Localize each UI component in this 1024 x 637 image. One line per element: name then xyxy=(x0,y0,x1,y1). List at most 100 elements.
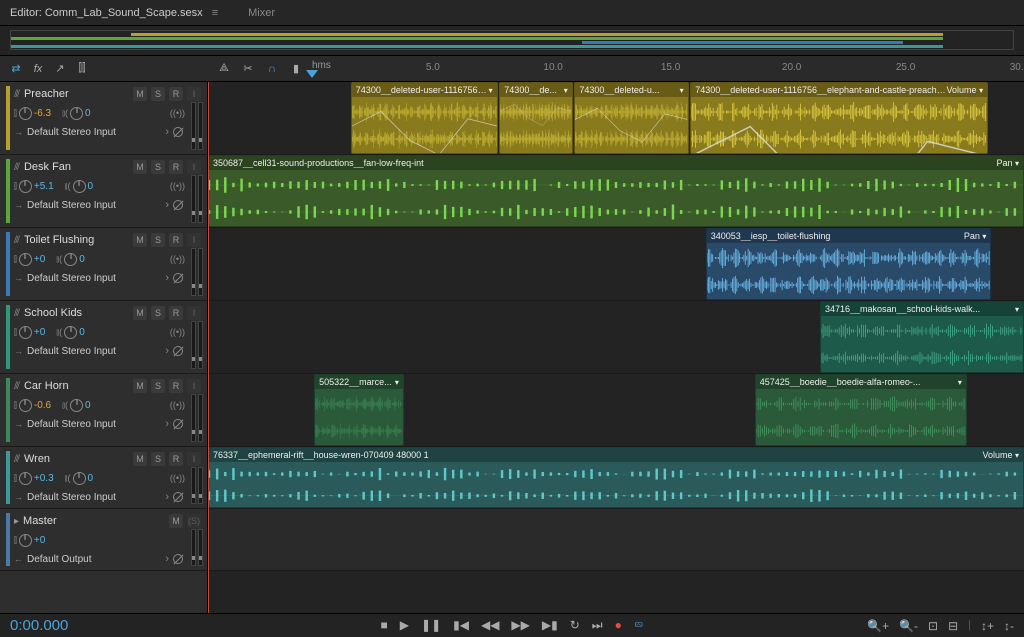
level-meter[interactable] xyxy=(191,394,205,442)
zoom-fit-icon[interactable]: ⊡ xyxy=(928,619,938,633)
stop-button[interactable]: ■ xyxy=(381,618,388,633)
zoom-out-h-icon[interactable]: 🔍- xyxy=(899,619,918,633)
level-meter[interactable] xyxy=(191,529,205,566)
audio-clip[interactable]: 340053__iesp__toilet-flushing Pan ▾ xyxy=(706,228,992,300)
pan-knob[interactable] xyxy=(73,180,86,193)
mute-button[interactable]: M xyxy=(133,379,147,393)
input-chevron-icon[interactable]: › xyxy=(165,199,169,211)
track-name[interactable]: School Kids xyxy=(24,307,129,319)
input-selector[interactable]: Default Stereo Input xyxy=(27,492,161,503)
input-chevron-icon[interactable]: › xyxy=(165,126,169,138)
phase-button[interactable] xyxy=(173,273,183,283)
solo-button[interactable]: S xyxy=(151,379,165,393)
mute-button[interactable]: M xyxy=(133,160,147,174)
time-ruler[interactable]: hms 5.0 10.0 15.0 20.0 25.0 30.0 xyxy=(312,56,1024,81)
phase-button[interactable] xyxy=(173,346,183,356)
track-lane[interactable]: 34716__makosan__school-kids-walk... ▾ xyxy=(208,301,1024,374)
clip-menu-icon[interactable]: ▾ xyxy=(395,378,399,387)
clip-waveform[interactable] xyxy=(209,170,1023,226)
track-lane[interactable]: 76337__ephemeral-rift__house-wren-070409… xyxy=(208,447,1024,509)
level-meter[interactable] xyxy=(191,175,205,223)
master-lane[interactable] xyxy=(208,509,1024,571)
editor-tab[interactable]: Editor: Comm_Lab_Sound_Scape.sesx ≡ xyxy=(10,7,218,19)
pan-value[interactable]: 0 xyxy=(88,181,94,192)
track-header[interactable]: ⫻ Toilet Flushing M S R I ⫿+0 ⫾(0 ((•)) … xyxy=(0,228,207,301)
audio-clip[interactable]: 74300__deleted-user-1116756__elephant-an… xyxy=(690,82,988,154)
stereo-icon[interactable]: ((•)) xyxy=(170,108,185,118)
pan-knob[interactable] xyxy=(73,472,86,485)
clip-param-label[interactable]: Pan ▾ xyxy=(964,231,987,241)
clip-waveform[interactable] xyxy=(500,97,571,153)
clip-waveform[interactable] xyxy=(575,97,687,153)
eq-icon[interactable]: ⫿⫿ xyxy=(74,61,90,77)
audio-clip[interactable]: 74300__deleted-user-1116756__e... ▾ xyxy=(351,82,498,154)
stereo-icon[interactable]: ((•)) xyxy=(170,181,185,191)
track-header[interactable]: ⫻ School Kids M S R I ⫿+0 ⫾(0 ((•)) → De… xyxy=(0,301,207,374)
track-name[interactable]: Toilet Flushing xyxy=(24,234,129,246)
zoom-out-v-icon[interactable]: ↕- xyxy=(1004,619,1014,633)
track-header[interactable]: ⫻ Preacher M S R I ⫿-6.3 ⫾(0 ((•)) → Def… xyxy=(0,82,207,155)
pan-value[interactable]: 0 xyxy=(79,327,85,338)
phase-button[interactable] xyxy=(173,492,183,502)
mute-button[interactable]: M xyxy=(169,514,183,528)
cut-icon[interactable]: ✂ xyxy=(240,61,256,77)
clip-param-label[interactable]: Volume ▾ xyxy=(982,450,1019,460)
mixer-tab[interactable]: Mixer xyxy=(248,7,275,19)
arm-record-button[interactable]: R xyxy=(169,379,183,393)
volume-knob[interactable] xyxy=(19,107,32,120)
stereo-icon[interactable]: ((•)) xyxy=(170,473,185,483)
clip-waveform[interactable] xyxy=(821,316,1023,372)
track-lane[interactable]: 505322__marce... ▾ 457425__boedie__boedi… xyxy=(208,374,1024,447)
track-header[interactable]: ⫻ Desk Fan M S R I ⫿+5.1 ⫾(0 ((•)) → Def… xyxy=(0,155,207,228)
audio-clip[interactable]: 34716__makosan__school-kids-walk... ▾ xyxy=(820,301,1024,373)
timecode-display[interactable]: 0:00.000 xyxy=(10,617,68,634)
track-name[interactable]: Preacher xyxy=(24,88,129,100)
audio-clip[interactable]: 457425__boedie__boedie-alfa-romeo-... ▾ xyxy=(755,374,967,446)
level-meter[interactable] xyxy=(191,467,205,504)
input-chevron-icon[interactable]: › xyxy=(165,272,169,284)
input-selector[interactable]: Default Stereo Input xyxy=(27,346,161,357)
arm-record-button[interactable]: R xyxy=(169,87,183,101)
arm-record-button[interactable]: R xyxy=(169,452,183,466)
track-lane[interactable]: 350687__cell31-sound-productions__fan-lo… xyxy=(208,155,1024,228)
pan-value[interactable]: 0 xyxy=(79,254,85,265)
volume-value[interactable]: +0 xyxy=(34,254,45,265)
zoom-in-v-icon[interactable]: ↕+ xyxy=(981,619,994,633)
track-header[interactable]: ⫻ Wren M S R I ⫿+0.3 ⫾(0 ((•)) → Default… xyxy=(0,447,207,509)
pan-value[interactable]: 0 xyxy=(85,400,91,411)
audio-clip[interactable]: 505322__marce... ▾ xyxy=(314,374,404,446)
track-lane[interactable]: 74300__deleted-user-1116756__e... ▾ 7430… xyxy=(208,82,1024,155)
phase-button[interactable] xyxy=(173,554,183,564)
track-name[interactable]: Car Horn xyxy=(24,380,129,392)
forward-button[interactable]: ▶▶ xyxy=(511,618,529,633)
clip-menu-icon[interactable]: ▾ xyxy=(1015,305,1019,314)
volume-value[interactable]: +5.1 xyxy=(34,181,54,192)
crossfade-icon[interactable]: ⇄ xyxy=(8,61,24,77)
mute-button[interactable]: M xyxy=(133,87,147,101)
fx-icon[interactable]: fx xyxy=(30,61,46,77)
arm-record-button[interactable]: R xyxy=(169,160,183,174)
zoom-in-h-icon[interactable]: 🔍+ xyxy=(867,619,889,633)
phase-button[interactable] xyxy=(173,127,183,137)
output-chevron-icon[interactable]: › xyxy=(165,553,169,565)
go-end-button[interactable]: ▶▮ xyxy=(542,618,558,633)
skip-button[interactable]: ⏭ xyxy=(592,618,603,633)
solo-button[interactable]: S xyxy=(151,233,165,247)
master-name[interactable]: Master xyxy=(23,515,165,527)
volume-knob[interactable] xyxy=(19,326,32,339)
clip-menu-icon[interactable]: ▾ xyxy=(489,86,493,95)
volume-knob[interactable] xyxy=(19,534,32,547)
level-meter[interactable] xyxy=(191,102,205,150)
play-button[interactable]: ▶ xyxy=(400,618,409,633)
playhead-line[interactable] xyxy=(208,82,209,613)
input-selector[interactable]: Default Stereo Input xyxy=(27,200,161,211)
pan-value[interactable]: 0 xyxy=(85,108,91,119)
pan-knob[interactable] xyxy=(70,107,83,120)
snap-icon[interactable]: ∩ xyxy=(264,61,280,77)
stereo-icon[interactable]: ((•)) xyxy=(170,254,185,264)
input-selector[interactable]: Default Stereo Input xyxy=(27,273,161,284)
clip-waveform[interactable] xyxy=(209,462,1023,507)
input-selector[interactable]: Default Stereo Input xyxy=(27,127,161,138)
export-button[interactable]: ⮹ xyxy=(634,618,644,633)
pause-button[interactable]: ❚❚ xyxy=(421,618,441,633)
